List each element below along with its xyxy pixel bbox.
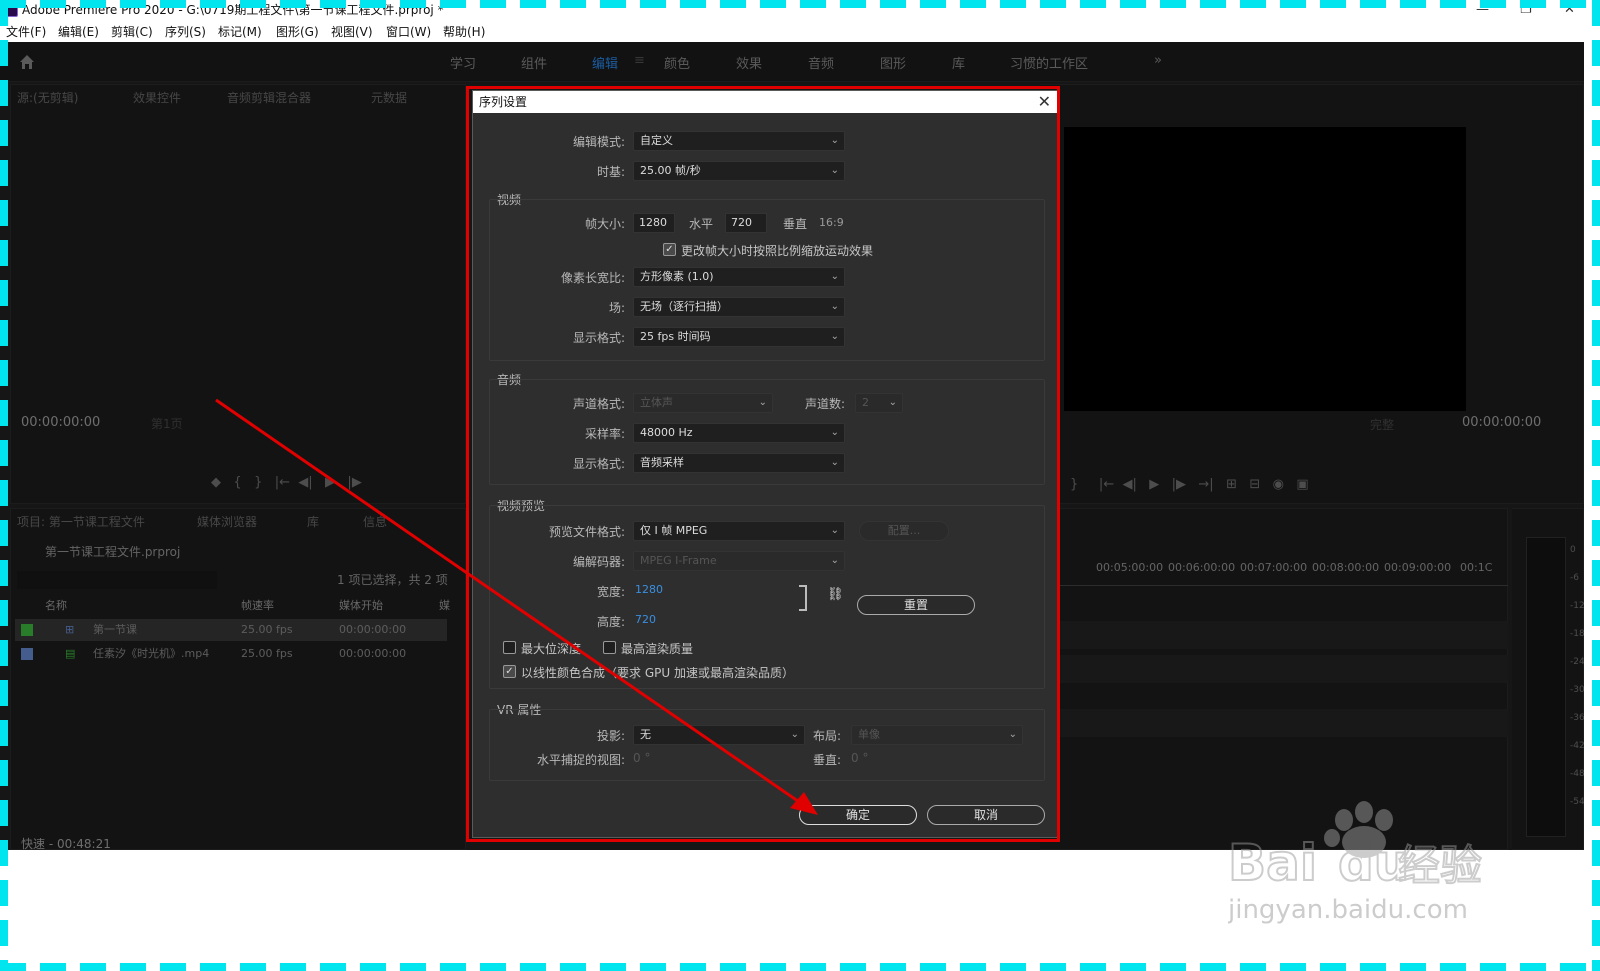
watermark-url: jingyan.baidu.com bbox=[1228, 895, 1468, 925]
frame-border-top bbox=[0, 0, 1600, 8]
frame-border-bottom bbox=[0, 963, 1600, 971]
baidu-jingyan-watermark: Bai du 经验 jingyan.baidu.com bbox=[1227, 794, 1518, 934]
watermark-brand: Bai bbox=[1228, 834, 1317, 892]
frame-border-right bbox=[1592, 0, 1600, 971]
watermark-jingyan: 经验 bbox=[1398, 841, 1482, 890]
screenshot: Adobe Premiere Pro 2020 - G:\0719期工程文件\第… bbox=[0, 0, 1600, 971]
paw-logo-icon: Bai du 经验 jingyan.baidu.com bbox=[1227, 801, 1483, 925]
frame-border-left bbox=[0, 0, 8, 971]
